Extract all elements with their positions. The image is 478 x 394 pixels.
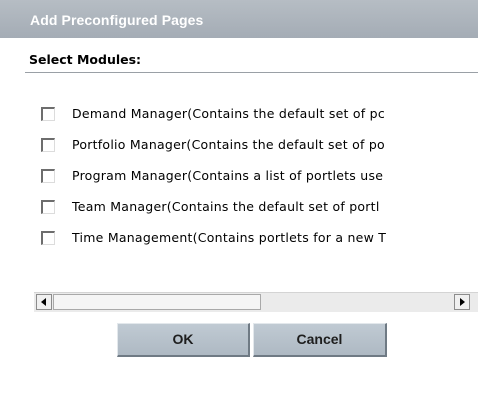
module-row-team-manager[interactable]: Team Manager(Contains the default set of…	[41, 200, 478, 216]
module-row-program-manager[interactable]: Program Manager(Contains a list of portl…	[41, 169, 478, 185]
program-manager-checkbox[interactable]	[41, 169, 55, 183]
module-row-portfolio-manager[interactable]: Portfolio Manager(Contains the default s…	[41, 138, 478, 154]
scroll-right-button[interactable]	[454, 294, 470, 310]
select-modules-label: Select Modules:	[29, 52, 142, 67]
scrollbar-thumb[interactable]	[53, 294, 261, 310]
horizontal-scrollbar[interactable]	[34, 292, 478, 312]
program-manager-label: Program Manager(Contains a list of portl…	[72, 169, 384, 183]
module-row-demand-manager[interactable]: Demand Manager(Contains the default set …	[41, 107, 478, 123]
left-arrow-icon	[41, 298, 46, 306]
dialog-title-bar: Add Preconfigured Pages	[0, 0, 478, 38]
module-row-time-management[interactable]: Time Management(Contains portlets for a …	[41, 231, 478, 247]
team-manager-label: Team Manager(Contains the default set of…	[72, 200, 380, 214]
scroll-left-button[interactable]	[36, 294, 52, 310]
demand-manager-label: Demand Manager(Contains the default set …	[72, 107, 385, 121]
cancel-button[interactable]: Cancel	[253, 323, 387, 357]
right-arrow-icon	[460, 298, 465, 306]
dialog-title: Add Preconfigured Pages	[30, 12, 204, 28]
time-management-label: Time Management(Contains portlets for a …	[72, 231, 387, 245]
ok-button[interactable]: OK	[117, 323, 250, 357]
portfolio-manager-label: Portfolio Manager(Contains the default s…	[72, 138, 385, 152]
add-preconfigured-pages-dialog: Add Preconfigured Pages Select Modules: …	[0, 0, 478, 394]
time-management-checkbox[interactable]	[41, 231, 55, 245]
portfolio-manager-checkbox[interactable]	[41, 138, 55, 152]
demand-manager-checkbox[interactable]	[41, 107, 55, 121]
team-manager-checkbox[interactable]	[41, 200, 55, 214]
section-divider	[25, 72, 478, 73]
